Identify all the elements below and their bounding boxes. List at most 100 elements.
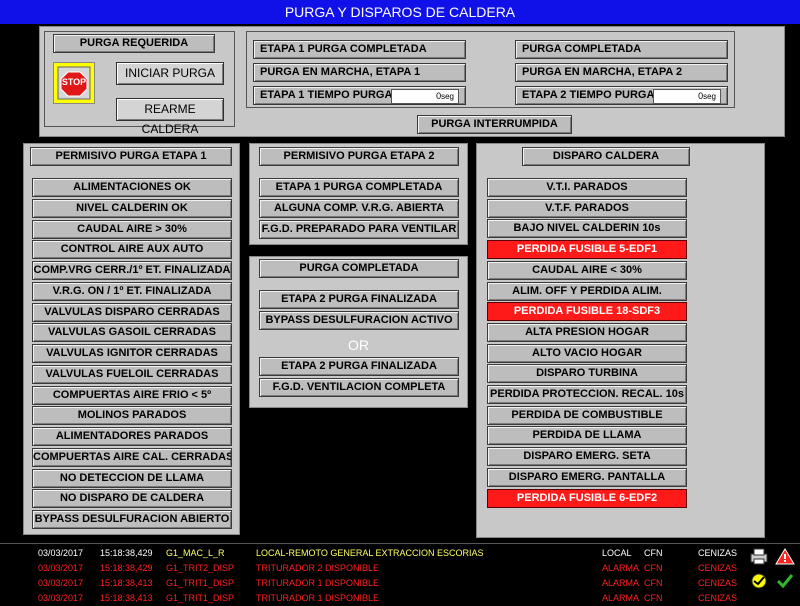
status-label: PURGA EN MARCHA, ETAPA 1: [260, 66, 421, 78]
etapa2-status-1: PURGA COMPLETADA: [515, 40, 728, 59]
disparo-item: CAUDAL AIRE < 30%: [487, 260, 687, 280]
status-label: ETAPA 1 PURGA COMPLETADA: [260, 43, 427, 55]
purge-time-unit: seg: [441, 92, 454, 101]
alarm-time: 15:18:38,429: [100, 548, 153, 558]
purga-requerida-label: PURGA REQUERIDA: [53, 34, 215, 53]
alarm-state: ALARMA: [602, 563, 640, 573]
disparo-item: ALIM. OFF Y PERDIDA ALIM.: [487, 281, 687, 301]
purga-completada-title: PURGA COMPLETADA: [259, 259, 459, 278]
permisivo-etapa2-title: PERMISIVO PURGA ETAPA 2: [259, 147, 459, 166]
alarm-row[interactable]: 03/03/2017 15:18:38,413 G1_TRIT1_DISP TRITU…: [0, 576, 800, 591]
disparo-item-alarm: PERDIDA FUSIBLE 18-SDF3: [487, 302, 687, 322]
disparo-item: V.T.F. PARADOS: [487, 198, 687, 218]
acknowledge-icon[interactable]: [749, 572, 769, 589]
disparo-item: DISPARO EMERG. PANTALLA: [487, 467, 687, 487]
permisivo1-item: COMP.VRG CERR./1º ET. FINALIZADA: [32, 261, 232, 280]
rearme-caldera-button[interactable]: REARME CALDERA: [116, 98, 224, 136]
check-icon[interactable]: [775, 572, 795, 589]
etapa1-status-3: ETAPA 1 TIEMPO PURGA 0seg: [253, 86, 466, 105]
alarm-date: 03/03/2017: [38, 548, 84, 558]
alarm-description: TRITURADOR 1 DISPONIBLE: [256, 593, 380, 603]
permisivo1-item: V.R.G. ON / 1º ET. FINALIZADA: [32, 281, 232, 301]
alarm-area: CENIZAS: [698, 593, 738, 603]
permisivo1-item: NIVEL CALDERIN OK: [32, 198, 232, 218]
alarm-state: LOCAL: [602, 548, 632, 558]
alarm-row[interactable]: 03/03/2017 15:18:38,429 G1_TRIT2_DISP TRITU…: [0, 561, 800, 576]
print-icon[interactable]: [749, 548, 769, 565]
status-label: PURGA COMPLETADA: [522, 43, 642, 55]
alarm-tag: G1_MAC_L_R: [166, 548, 225, 558]
alarm-time: 15:18:38,413: [100, 578, 153, 588]
permisivo1-item: NO DETECCION DE LLAMA: [32, 468, 232, 488]
page-title: PURGA Y DISPAROS DE CALDERA: [284, 4, 516, 20]
permisivo1-item: ALIMENTACIONES OK: [32, 178, 232, 197]
alarm-ack: CFN: [644, 548, 663, 558]
disparo-item: PERDIDA DE COMBUSTIBLE: [487, 405, 687, 425]
iniciar-purga-button[interactable]: INICIAR PURGA: [116, 62, 224, 85]
alarm-tag: G1_TRIT2_DISP: [166, 563, 235, 573]
alarm-time: 15:18:38,413: [100, 593, 153, 603]
alarm-date: 03/03/2017: [38, 563, 84, 573]
status-label: ETAPA 1 TIEMPO PURGA: [260, 89, 393, 101]
disparo-item: V.T.I. PARADOS: [487, 178, 687, 197]
alarm-row[interactable]: 03/03/2017 15:18:38,429 G1_MAC_L_R LOCAL-RE…: [0, 546, 800, 561]
permisivo1-item: COMPUERTAS AIRE CAL. CERRADAS: [32, 447, 232, 467]
purge-time-unit: seg: [703, 92, 716, 101]
disparo-item: PERDIDA DE LLAMA: [487, 426, 687, 446]
alarm-date: 03/03/2017: [38, 578, 84, 588]
permisivo1-item: VALVULAS GASOIL CERRADAS: [32, 323, 232, 343]
alarm-ack: CFN: [644, 563, 663, 573]
permisivo1-item: CAUDAL AIRE > 30%: [32, 219, 232, 239]
purga-completada-item: BYPASS DESULFURACION ACTIVO: [259, 311, 459, 330]
disparo-item: PERDIDA PROTECCION. RECAL. 10s: [487, 385, 687, 404]
etapa1-status-2: PURGA EN MARCHA, ETAPA 1: [253, 63, 466, 82]
purga-interrumpida-label: PURGA INTERRUMPIDA: [417, 115, 572, 134]
disparo-item: DISPARO TURBINA: [487, 364, 687, 384]
alarm-tag: G1_TRIT1_DISP: [166, 578, 235, 588]
alarm-divider: [0, 543, 800, 544]
alarm-date: 03/03/2017: [38, 593, 84, 603]
alarm-description: TRITURADOR 1 DISPONIBLE: [256, 578, 380, 588]
etapa1-status-1: ETAPA 1 PURGA COMPLETADA: [253, 40, 466, 59]
disparo-item: ALTA PRESION HOGAR: [487, 322, 687, 342]
purga-completada-alt-item: F.G.D. VENTILACION COMPLETA: [259, 378, 459, 397]
title-bar: PURGA Y DISPAROS DE CALDERA: [0, 0, 800, 24]
alarm-description: LOCAL-REMOTO GENERAL EXTRACCION ESCORIAS: [256, 548, 484, 558]
permisivo1-item: ALIMENTADORES PARADOS: [32, 427, 232, 446]
permisivo1-item: MOLINOS PARADOS: [32, 406, 232, 426]
purge-time-display: 0seg: [653, 89, 721, 104]
permisivo1-item: VALVULAS DISPARO CERRADAS: [32, 302, 232, 322]
status-label: PURGA EN MARCHA, ETAPA 2: [522, 66, 683, 78]
alarm-state: ALARMA: [602, 578, 640, 588]
permisivo2-item: ETAPA 1 PURGA COMPLETADA: [259, 178, 459, 197]
purge-time-display: 0seg: [391, 89, 459, 104]
alarm-area: CENIZAS: [698, 563, 738, 573]
permisivo1-item: VALVULAS IGNITOR CERRADAS: [32, 344, 232, 363]
purga-completada-item: ETAPA 2 PURGA FINALIZADA: [259, 290, 459, 309]
disparo-item: BAJO NIVEL CALDERIN 10s: [487, 219, 687, 239]
permisivo1-item: BYPASS DESULFURACION ABIERTO: [32, 510, 232, 529]
disparo-caldera-title: DISPARO CALDERA: [522, 147, 690, 166]
permisivo1-item: COMPUERTAS AIRE FRIO < 5º: [32, 385, 232, 405]
alarm-toolbar: [745, 546, 800, 600]
permisivo1-item: VALVULAS FUELOIL CERRADAS: [32, 364, 232, 384]
alarm-state: ALARMA: [602, 593, 640, 603]
permisivo1-item: NO DISPARO DE CALDERA: [32, 489, 232, 509]
permisivo2-item: F.G.D. PREPARADO PARA VENTILAR: [259, 220, 459, 239]
disparo-item-alarm: PERDIDA FUSIBLE 6-EDF2: [487, 488, 687, 508]
permisivo1-item: CONTROL AIRE AUX AUTO: [32, 240, 232, 260]
alarm-row[interactable]: 03/03/2017 15:18:38,413 G1_TRIT1_DISP TRITU…: [0, 591, 800, 606]
disparo-item-alarm: PERDIDA FUSIBLE 5-EDF1: [487, 240, 687, 260]
purga-completada-alt-item: ETAPA 2 PURGA FINALIZADA: [259, 357, 459, 376]
disparo-item: DISPARO EMERG. SETA: [487, 447, 687, 467]
stop-label: STOP: [61, 77, 87, 87]
etapa2-status-2: PURGA EN MARCHA, ETAPA 2: [515, 63, 728, 82]
alarm-ack: CFN: [644, 593, 663, 603]
alarm-description: TRITURADOR 2 DISPONIBLE: [256, 563, 380, 573]
permisivo2-item: ALGUNA COMP. V.R.G. ABIERTA: [259, 199, 459, 218]
alarm-area: CENIZAS: [698, 548, 738, 558]
alarm-time: 15:18:38,429: [100, 563, 153, 573]
stop-button[interactable]: STOP: [53, 62, 95, 104]
alarm-area: CENIZAS: [698, 578, 738, 588]
warning-icon[interactable]: [775, 548, 795, 565]
